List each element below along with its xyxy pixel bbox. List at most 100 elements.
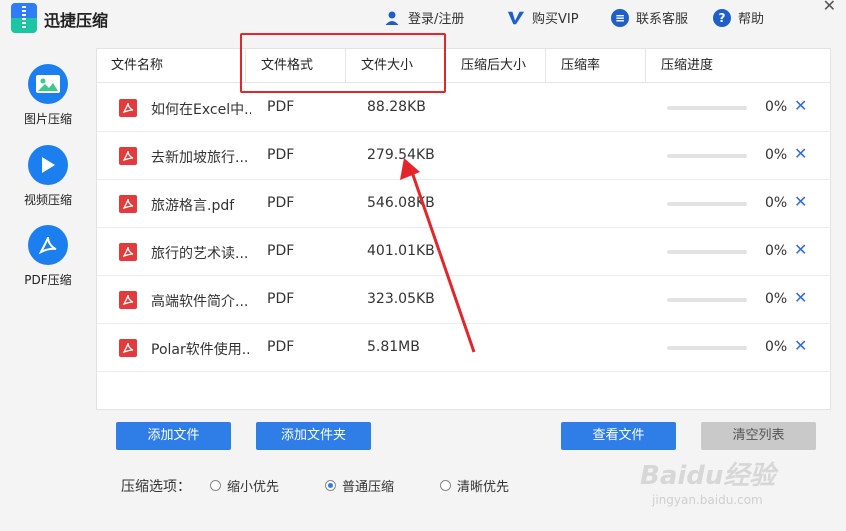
remove-file-icon[interactable]: ✕ <box>794 96 807 115</box>
column-divider <box>345 49 346 83</box>
column-header-name: 文件名称 <box>111 58 164 73</box>
radio-normal-compress[interactable]: 普通压缩 <box>325 476 394 495</box>
help-link[interactable]: ? 帮助 <box>713 8 764 27</box>
remove-file-icon[interactable]: ✕ <box>794 144 807 163</box>
file-name: 高端软件简介... <box>151 294 249 310</box>
file-size: 401.01KB <box>367 243 435 259</box>
clear-list-button[interactable]: 清空列表 <box>701 422 816 450</box>
app-title: 迅捷压缩 <box>44 11 109 30</box>
image-icon <box>28 64 68 104</box>
file-name: 旅行的艺术读... <box>151 246 249 262</box>
progress-percent: 0% <box>765 243 788 259</box>
pdf-file-icon <box>119 99 137 117</box>
table-row[interactable]: 高端软件简介... PDF 323.05KB 0% ✕ <box>97 276 830 324</box>
progress-bar <box>667 154 747 158</box>
buy-vip-link[interactable]: 购买VIP <box>507 8 579 27</box>
table-row[interactable]: 如何在Excel中.. PDF 88.28KB 0% ✕ <box>97 84 830 132</box>
file-size: 323.05KB <box>367 291 435 307</box>
play-icon <box>28 145 68 185</box>
file-format: PDF <box>267 195 295 211</box>
table-row[interactable]: 旅行的艺术读... PDF 401.01KB 0% ✕ <box>97 228 830 276</box>
radio-circle <box>210 480 221 491</box>
progress-bar <box>667 346 747 350</box>
remove-file-icon[interactable]: ✕ <box>794 192 807 211</box>
radio-shrink-priority[interactable]: 缩小优先 <box>210 476 279 495</box>
pdf-file-icon <box>119 291 137 309</box>
progress-percent: 0% <box>765 99 788 115</box>
pdf-file-icon <box>119 147 137 165</box>
progress-percent: 0% <box>765 339 788 355</box>
radio-circle-selected <box>325 480 336 491</box>
sidebar-item-label: PDF压缩 <box>24 273 72 287</box>
column-header-compressed-size: 压缩后大小 <box>461 58 527 73</box>
column-divider <box>545 49 546 83</box>
radio-clarity-priority[interactable]: 清晰优先 <box>440 476 509 495</box>
table-row[interactable]: 去新加坡旅行... PDF 279.54KB 0% ✕ <box>97 132 830 180</box>
file-format: PDF <box>267 147 295 163</box>
file-list-panel: 文件名称 文件格式 文件大小 压缩后大小 压缩率 压缩进度 如何在Excel中.… <box>96 48 831 410</box>
column-header-format: 文件格式 <box>261 58 314 73</box>
remove-file-icon[interactable]: ✕ <box>794 336 807 355</box>
title-bar: 迅捷压缩 登录/注册 购买VIP ≡ 联系客服 ? 帮助 ✕ <box>0 0 846 38</box>
view-files-button[interactable]: 查看文件 <box>561 422 676 450</box>
file-size: 546.08KB <box>367 195 435 211</box>
add-file-button[interactable]: 添加文件 <box>116 422 231 450</box>
chat-icon: ≡ <box>611 8 629 27</box>
login-link[interactable]: 登录/注册 <box>383 8 464 27</box>
file-format: PDF <box>267 339 295 355</box>
column-header-size: 文件大小 <box>361 58 414 73</box>
radio-label: 普通压缩 <box>342 480 395 495</box>
pdf-file-icon <box>119 195 137 213</box>
progress-bar <box>667 250 747 254</box>
column-divider <box>245 49 246 83</box>
radio-label: 清晰优先 <box>457 480 510 495</box>
radio-circle <box>440 480 451 491</box>
service-label: 联系客服 <box>636 12 689 27</box>
file-format: PDF <box>267 243 295 259</box>
login-label: 登录/注册 <box>408 12 465 27</box>
table-row[interactable]: 旅游格言.pdf PDF 546.08KB 0% ✕ <box>97 180 830 228</box>
file-format: PDF <box>267 99 295 115</box>
file-size: 5.81MB <box>367 339 420 355</box>
contact-service-link[interactable]: ≡ 联系客服 <box>611 8 688 27</box>
vip-label: 购买VIP <box>532 12 579 27</box>
sidebar: 图片压缩 视频压缩 PDF压缩 <box>0 48 96 531</box>
progress-bar <box>667 298 747 302</box>
remove-file-icon[interactable]: ✕ <box>794 240 807 259</box>
help-label: 帮助 <box>738 12 765 27</box>
pdf-icon <box>28 225 68 265</box>
column-header-ratio: 压缩率 <box>561 58 601 73</box>
file-name: Polar软件使用.. <box>151 342 251 358</box>
progress-percent: 0% <box>765 195 788 211</box>
progress-percent: 0% <box>765 147 788 163</box>
compression-options-label: 压缩选项： <box>121 479 191 495</box>
app-logo-icon <box>11 3 37 33</box>
baidu-watermark-url: jingyan.baidu.com <box>652 493 763 507</box>
sidebar-item-pdf-compress[interactable]: PDF压缩 <box>0 225 96 288</box>
remove-file-icon[interactable]: ✕ <box>794 288 807 307</box>
column-header-progress: 压缩进度 <box>661 58 714 73</box>
file-name: 去新加坡旅行... <box>151 150 249 166</box>
pdf-file-icon <box>119 339 137 357</box>
file-size: 88.28KB <box>367 99 426 115</box>
user-icon <box>383 9 401 27</box>
help-icon: ? <box>713 8 731 27</box>
add-folder-button[interactable]: 添加文件夹 <box>256 422 371 450</box>
vip-icon <box>507 9 525 27</box>
sidebar-item-label: 图片压缩 <box>23 112 72 126</box>
column-divider <box>445 49 446 83</box>
baidu-watermark: Baidu经验 <box>640 461 776 491</box>
file-name: 如何在Excel中.. <box>151 102 251 118</box>
close-window-icon[interactable]: ✕ <box>823 0 836 15</box>
sidebar-item-image-compress[interactable]: 图片压缩 <box>0 64 96 127</box>
progress-bar <box>667 202 747 206</box>
progress-bar <box>667 106 747 110</box>
sidebar-item-video-compress[interactable]: 视频压缩 <box>0 145 96 208</box>
radio-label: 缩小优先 <box>227 480 280 495</box>
file-size: 279.54KB <box>367 147 435 163</box>
table-row[interactable]: Polar软件使用.. PDF 5.81MB 0% ✕ <box>97 324 830 372</box>
file-format: PDF <box>267 291 295 307</box>
progress-percent: 0% <box>765 291 788 307</box>
sidebar-item-label: 视频压缩 <box>23 193 72 207</box>
file-name: 旅游格言.pdf <box>151 198 235 214</box>
